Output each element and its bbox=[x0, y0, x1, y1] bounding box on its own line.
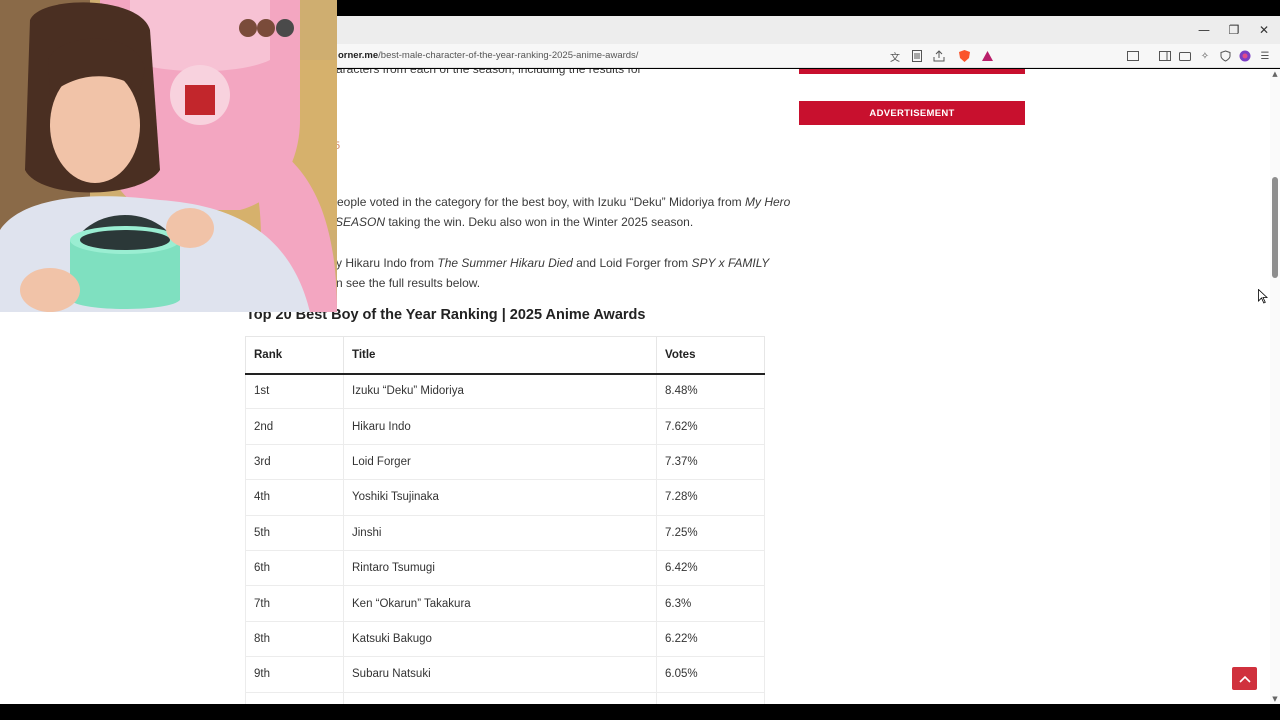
close-window-button[interactable]: ✕ bbox=[1249, 16, 1279, 44]
cell-title: Subaru Natsuki bbox=[343, 656, 657, 693]
restore-button[interactable]: ❐ bbox=[1219, 16, 1249, 44]
ad-banner-top-edge bbox=[799, 69, 1025, 74]
header-votes: Votes bbox=[656, 336, 765, 375]
wallet-icon[interactable] bbox=[1177, 48, 1193, 64]
text-span: taking the win. Deku also won in the Win… bbox=[385, 215, 694, 229]
cell-votes: 7.62% bbox=[656, 408, 765, 445]
series-title: The Summer Hikaru Died bbox=[437, 256, 573, 270]
text-span: and Loid Forger from bbox=[572, 256, 692, 270]
cell-title: Izuku “Deku” Midoriya bbox=[343, 372, 657, 410]
text-span: eople voted in the category for the best… bbox=[337, 195, 745, 209]
table-row: 7th Ken “Okarun” Takakura 6.3% bbox=[245, 585, 765, 622]
series-title: SEASON bbox=[335, 215, 386, 229]
cell-title: Ken “Okarun” Takakura bbox=[343, 585, 657, 622]
advertisement-banner[interactable]: ADVERTISEMENT bbox=[799, 101, 1025, 125]
address-bar[interactable]: orner.me/best-male-character-of-the-year… bbox=[338, 50, 638, 61]
mouse-cursor-icon bbox=[1258, 289, 1268, 304]
cell-rank: 1st bbox=[245, 372, 344, 410]
cell-rank: 4th bbox=[245, 479, 344, 516]
table-row: 2nd Hikaru Indo 7.62% bbox=[245, 408, 765, 445]
cell-title: Yoshiki Tsujinaka bbox=[343, 479, 657, 516]
streamer-webcam-image bbox=[0, 0, 337, 312]
cell-title: Loid Forger bbox=[343, 443, 657, 481]
cell-votes: 8.48% bbox=[656, 372, 765, 410]
paragraph-runnerups-line1: y Hikaru Indo from The Summer Hikaru Die… bbox=[336, 253, 769, 273]
series-title: SPY x FAMILY bbox=[691, 256, 770, 270]
table-row bbox=[245, 691, 765, 704]
header-rank: Rank bbox=[245, 336, 344, 375]
scroll-up-arrow-icon[interactable]: ▲ bbox=[1270, 69, 1280, 79]
table-row: 3rd Loid Forger 7.37% bbox=[245, 443, 765, 481]
brave-shields-icon[interactable] bbox=[956, 48, 972, 64]
cell-votes: 6.22% bbox=[656, 620, 765, 658]
header-title: Title bbox=[343, 336, 657, 375]
cell-title: Katsuki Bakugo bbox=[343, 620, 657, 658]
cell-rank: 7th bbox=[245, 585, 344, 622]
scrollbar-thumb[interactable] bbox=[1272, 177, 1278, 278]
back-to-top-button[interactable] bbox=[1232, 667, 1257, 690]
table-row: 8th Katsuki Bakugo 6.22% bbox=[245, 620, 765, 658]
table-row: 4th Yoshiki Tsujinaka 7.28% bbox=[245, 479, 765, 516]
vpn-icon[interactable] bbox=[1217, 48, 1233, 64]
menu-icon[interactable]: ☰ bbox=[1257, 48, 1273, 64]
cell-rank: 8th bbox=[245, 620, 344, 658]
tab-search-icon[interactable] bbox=[1125, 48, 1141, 64]
paragraph-winner-line1: eople voted in the category for the best… bbox=[337, 192, 790, 212]
text-span: y Hikaru Indo from bbox=[336, 256, 438, 270]
minimize-button[interactable]: — bbox=[1189, 16, 1219, 44]
cell-rank: 2nd bbox=[245, 408, 344, 445]
cell-votes: 7.37% bbox=[656, 443, 765, 481]
cell-votes bbox=[656, 691, 765, 704]
cell-title: Jinshi bbox=[343, 514, 657, 551]
cell-rank: 5th bbox=[245, 514, 344, 551]
leo-ai-icon[interactable]: ✧ bbox=[1197, 48, 1213, 64]
chevron-up-icon bbox=[1238, 675, 1251, 683]
cell-rank: 6th bbox=[245, 549, 344, 587]
cell-votes: 6.42% bbox=[656, 549, 765, 587]
profile-avatar-icon[interactable] bbox=[1237, 48, 1253, 64]
url-path: /best-male-character-of-the-year-ranking… bbox=[378, 50, 639, 61]
table-row: 6th Rintaro Tsumugi 6.42% bbox=[245, 549, 765, 587]
cell-title: Hikaru Indo bbox=[343, 408, 657, 445]
table-row: 1st Izuku “Deku” Midoriya 8.48% bbox=[245, 372, 765, 410]
table-row: 9th Subaru Natsuki 6.05% bbox=[245, 656, 765, 693]
paragraph-winner-line2: SEASON taking the win. Deku also won in … bbox=[335, 212, 693, 232]
letterbox-bottom bbox=[0, 704, 1280, 720]
cell-rank: 9th bbox=[245, 656, 344, 693]
cell-title: Rintaro Tsumugi bbox=[343, 549, 657, 587]
table-row: 5th Jinshi 7.25% bbox=[245, 514, 765, 551]
intro-paragraph: aracters from each of the season, includ… bbox=[336, 69, 642, 76]
webcam-overlay bbox=[0, 0, 337, 312]
series-title: My Hero bbox=[744, 195, 791, 209]
sidebar-toggle-icon[interactable] bbox=[1157, 48, 1173, 64]
cell-votes: 6.05% bbox=[656, 656, 765, 693]
page-scrollbar[interactable]: ▲ ▼ bbox=[1270, 69, 1280, 704]
cell-votes: 7.25% bbox=[656, 514, 765, 551]
url-domain: orner.me bbox=[338, 50, 379, 61]
cell-rank: 3rd bbox=[245, 443, 344, 481]
share-icon[interactable] bbox=[931, 48, 947, 64]
cell-title bbox=[343, 691, 657, 704]
reader-mode-icon[interactable] bbox=[909, 48, 925, 64]
scroll-down-arrow-icon[interactable]: ▼ bbox=[1270, 694, 1280, 704]
translate-icon[interactable]: 文 bbox=[887, 48, 903, 64]
cell-rank bbox=[245, 691, 344, 704]
cell-votes: 7.28% bbox=[656, 479, 765, 516]
ranking-table: Rank Title Votes 1st Izuku “Deku” Midoriy… bbox=[245, 336, 765, 704]
brave-rewards-icon[interactable] bbox=[979, 48, 995, 64]
table-header-row: Rank Title Votes bbox=[245, 336, 765, 375]
paragraph-runnerups-line2: n see the full results below. bbox=[336, 276, 481, 290]
cell-votes: 6.3% bbox=[656, 585, 765, 622]
